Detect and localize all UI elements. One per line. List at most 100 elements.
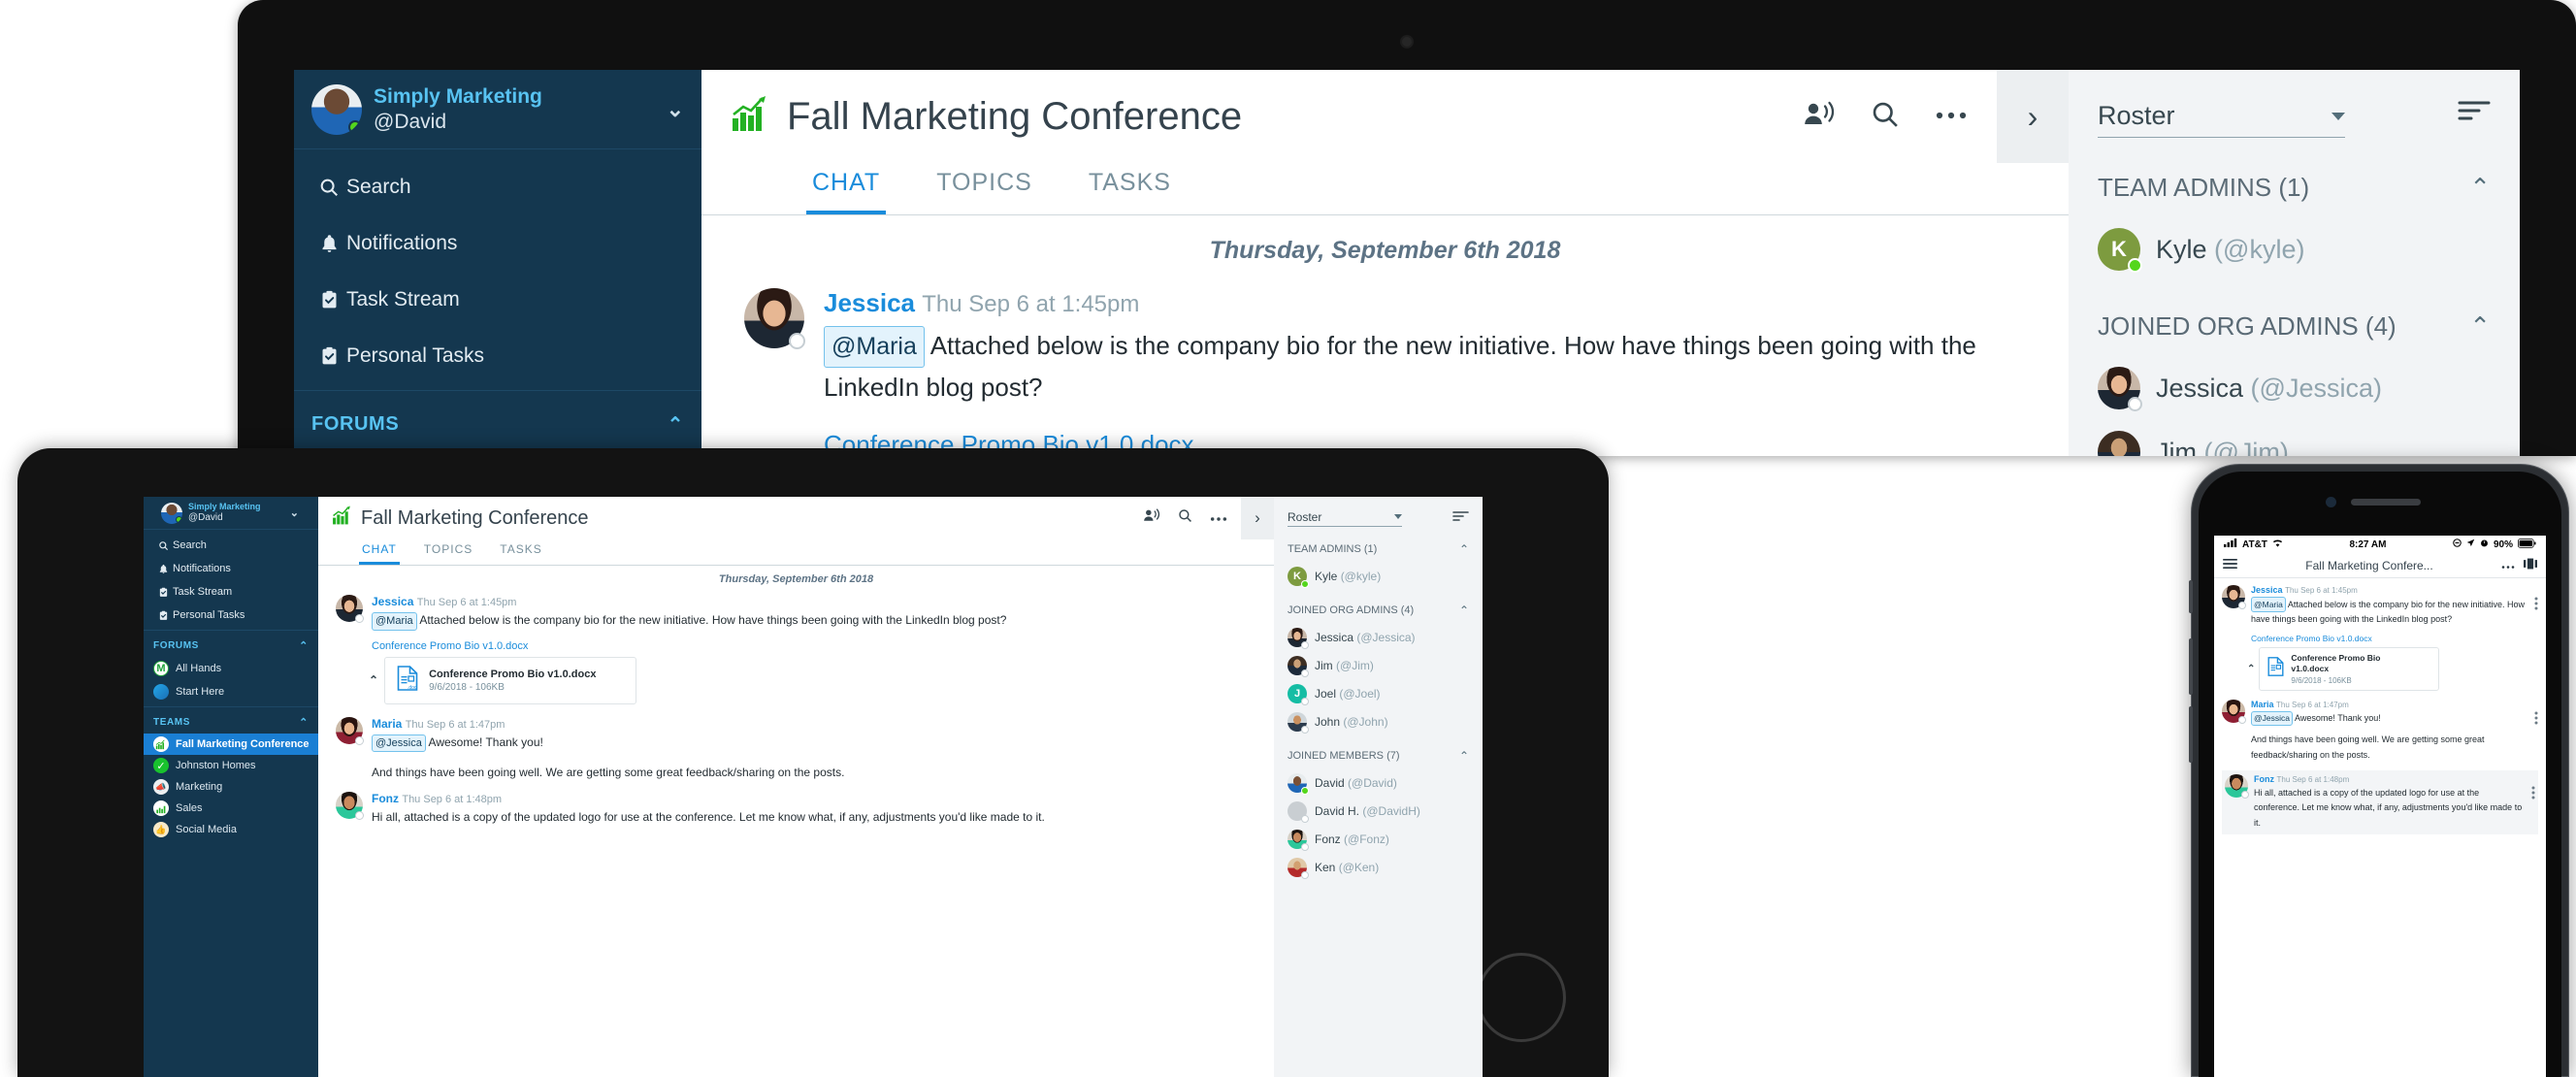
sidebar-profile[interactable]: Simply Marketing @David ⌄ bbox=[144, 497, 318, 530]
roster-person[interactable]: J Joel (@Joel) bbox=[1288, 684, 1469, 703]
attachment-card[interactable]: .doc Conference Promo Bio v1.0.docx 9/6/… bbox=[384, 657, 636, 704]
sidebar-item-search[interactable]: Search bbox=[144, 534, 318, 557]
roster-person[interactable]: John (@John) bbox=[1288, 712, 1469, 732]
tab-chat[interactable]: CHAT bbox=[806, 163, 886, 214]
avatar[interactable] bbox=[744, 288, 804, 348]
chevron-up-icon[interactable]: ⌃ bbox=[369, 673, 378, 687]
tab-chat[interactable]: CHAT bbox=[359, 539, 400, 565]
chevron-up-icon[interactable]: ⌃ bbox=[668, 412, 684, 437]
roster-select[interactable]: Roster bbox=[1288, 507, 1402, 527]
roster-person[interactable]: Jim (@Jim) bbox=[1288, 656, 1469, 675]
message-author[interactable]: Fonz bbox=[372, 792, 399, 805]
mention-chip[interactable]: @Maria bbox=[372, 612, 417, 631]
avatar[interactable] bbox=[2225, 774, 2248, 798]
chevron-up-icon[interactable]: ⌃ bbox=[2469, 173, 2491, 203]
chevron-up-icon[interactable]: ⌃ bbox=[299, 716, 309, 729]
tab-topics[interactable]: TOPICS bbox=[421, 539, 475, 565]
chat-stream[interactable]: Thursday, September 6th 2018 Jessica Thu… bbox=[701, 215, 2069, 456]
sidebar-item-notifications[interactable]: Notifications bbox=[294, 215, 701, 272]
chevron-down-icon[interactable]: ⌄ bbox=[667, 97, 684, 122]
sidebar-item-task-stream[interactable]: Task Stream bbox=[144, 580, 318, 604]
sidebar-group-teams[interactable]: TEAMS ⌃ bbox=[144, 710, 318, 734]
roster-group-header[interactable]: TEAM ADMINS (1) ⌃ bbox=[1288, 542, 1469, 556]
more-icon[interactable] bbox=[1935, 108, 1968, 125]
announce-icon[interactable] bbox=[1143, 508, 1160, 528]
roster-person[interactable]: Jessica (@Jessica) bbox=[2098, 367, 2491, 409]
search-icon[interactable] bbox=[1178, 508, 1192, 528]
mute-switch[interactable] bbox=[2189, 580, 2193, 613]
attachment-link[interactable]: Conference Promo Bio v1.0.docx bbox=[372, 640, 1256, 652]
roster-person[interactable]: Jim (@Jim) bbox=[2098, 431, 2491, 456]
panel-toggle-icon[interactable] bbox=[2524, 557, 2537, 574]
volume-up-button[interactable] bbox=[2189, 638, 2193, 695]
message-author[interactable]: Maria bbox=[2251, 700, 2274, 709]
sidebar-forum-start-here[interactable]: Start Here bbox=[144, 680, 318, 703]
avatar[interactable] bbox=[2222, 700, 2245, 723]
kebab-icon[interactable] bbox=[2534, 597, 2538, 615]
sidebar-team-social-media[interactable]: 👍 Social Media bbox=[144, 819, 318, 840]
attachment-link[interactable]: Conference Promo Bio v1.0.docx bbox=[2251, 634, 2528, 643]
sidebar-item-notifications[interactable]: Notifications bbox=[144, 557, 318, 580]
avatar[interactable] bbox=[336, 595, 363, 622]
message-author[interactable]: Jessica bbox=[824, 288, 915, 317]
sidebar-item-task-stream[interactable]: Task Stream bbox=[294, 272, 701, 328]
chevron-up-icon[interactable]: ⌃ bbox=[2469, 311, 2491, 342]
avatar[interactable] bbox=[336, 717, 363, 744]
message-author[interactable]: Jessica bbox=[2251, 585, 2283, 595]
hamburger-icon[interactable] bbox=[2223, 557, 2237, 574]
avatar[interactable] bbox=[2222, 585, 2245, 608]
tab-tasks[interactable]: TASKS bbox=[1083, 163, 1177, 214]
message-author[interactable]: Maria bbox=[372, 717, 402, 731]
mention-chip[interactable]: @Maria bbox=[2251, 597, 2286, 612]
sidebar-profile[interactable]: Simply Marketing @David ⌄ bbox=[294, 70, 701, 149]
roster-group-header[interactable]: TEAM ADMINS (1) ⌃ bbox=[2098, 173, 2491, 203]
kebab-icon[interactable] bbox=[2534, 711, 2538, 730]
roster-group-header[interactable]: JOINED MEMBERS (7) ⌃ bbox=[1288, 749, 1469, 763]
chevron-right-icon[interactable]: › bbox=[1241, 497, 1274, 539]
roster-group-header[interactable]: JOINED ORG ADMINS (4) ⌃ bbox=[2098, 311, 2491, 342]
mention-chip[interactable]: @Jessica bbox=[372, 734, 426, 753]
more-icon[interactable] bbox=[1210, 509, 1227, 527]
sidebar-item-personal-tasks[interactable]: Personal Tasks bbox=[294, 328, 701, 384]
sort-icon[interactable] bbox=[1452, 509, 1469, 527]
search-icon[interactable] bbox=[1871, 100, 1900, 134]
message-author[interactable]: Jessica bbox=[372, 595, 413, 608]
more-icon[interactable] bbox=[2501, 557, 2515, 574]
chevron-down-icon[interactable]: ⌄ bbox=[290, 506, 299, 519]
roster-group-header[interactable]: JOINED ORG ADMINS (4) ⌃ bbox=[1288, 604, 1469, 617]
chevron-up-icon[interactable]: ⌃ bbox=[2247, 664, 2255, 674]
tab-tasks[interactable]: TASKS bbox=[497, 539, 544, 565]
sidebar-team-fall-marketing-conference[interactable]: Fall Marketing Conference bbox=[144, 734, 318, 755]
avatar[interactable] bbox=[336, 792, 363, 819]
chat-stream[interactable]: Jessica Thu Sep 6 at 1:45pm @Maria Attac… bbox=[2214, 578, 2546, 834]
sidebar-team-sales[interactable]: Sales bbox=[144, 798, 318, 819]
sidebar-item-personal-tasks[interactable]: Personal Tasks bbox=[144, 604, 318, 627]
sidebar-group-forums[interactable]: FORUMS ⌃ bbox=[294, 397, 701, 451]
message-author[interactable]: Fonz bbox=[2254, 774, 2274, 784]
mention-chip[interactable]: @Jessica bbox=[2251, 711, 2293, 727]
chevron-right-icon[interactable]: › bbox=[1997, 70, 2069, 163]
roster-person[interactable]: K Kyle (@kyle) bbox=[1288, 567, 1469, 586]
announce-icon[interactable] bbox=[1803, 101, 1836, 133]
mention-chip[interactable]: @Maria bbox=[824, 326, 925, 368]
attachment-card[interactable]: Conference Promo Bio v1.0.docx 9/6/2018 … bbox=[2259, 647, 2439, 691]
sidebar-group-forums[interactable]: FORUMS ⌃ bbox=[144, 634, 318, 657]
kebab-icon[interactable] bbox=[2531, 786, 2535, 804]
roster-person[interactable]: David H. (@DavidH) bbox=[1288, 801, 1469, 821]
roster-person[interactable]: Ken (@Ken) bbox=[1288, 858, 1469, 877]
sort-icon[interactable] bbox=[2458, 99, 2491, 127]
roster-select[interactable]: Roster bbox=[2098, 95, 2345, 138]
roster-person[interactable]: Fonz (@Fonz) bbox=[1288, 830, 1469, 849]
chevron-up-icon[interactable]: ⌃ bbox=[1459, 604, 1469, 617]
roster-person[interactable]: K Kyle (@kyle) bbox=[2098, 228, 2491, 271]
chevron-up-icon[interactable]: ⌃ bbox=[299, 639, 309, 652]
chat-stream[interactable]: Thursday, September 6th 2018 Jessica Thu bbox=[318, 566, 1274, 1077]
sidebar-forum-all-hands[interactable]: M All Hands bbox=[144, 657, 318, 680]
sidebar-team-marketing[interactable]: 📣 Marketing bbox=[144, 776, 318, 798]
sidebar-team-johnston-homes[interactable]: ✓ Johnston Homes bbox=[144, 755, 318, 776]
roster-person[interactable]: Jessica (@Jessica) bbox=[1288, 628, 1469, 647]
home-button[interactable] bbox=[1477, 953, 1566, 1042]
chevron-up-icon[interactable]: ⌃ bbox=[1459, 749, 1469, 763]
tab-topics[interactable]: TOPICS bbox=[930, 163, 1038, 214]
sidebar-item-search[interactable]: Search bbox=[294, 159, 701, 215]
